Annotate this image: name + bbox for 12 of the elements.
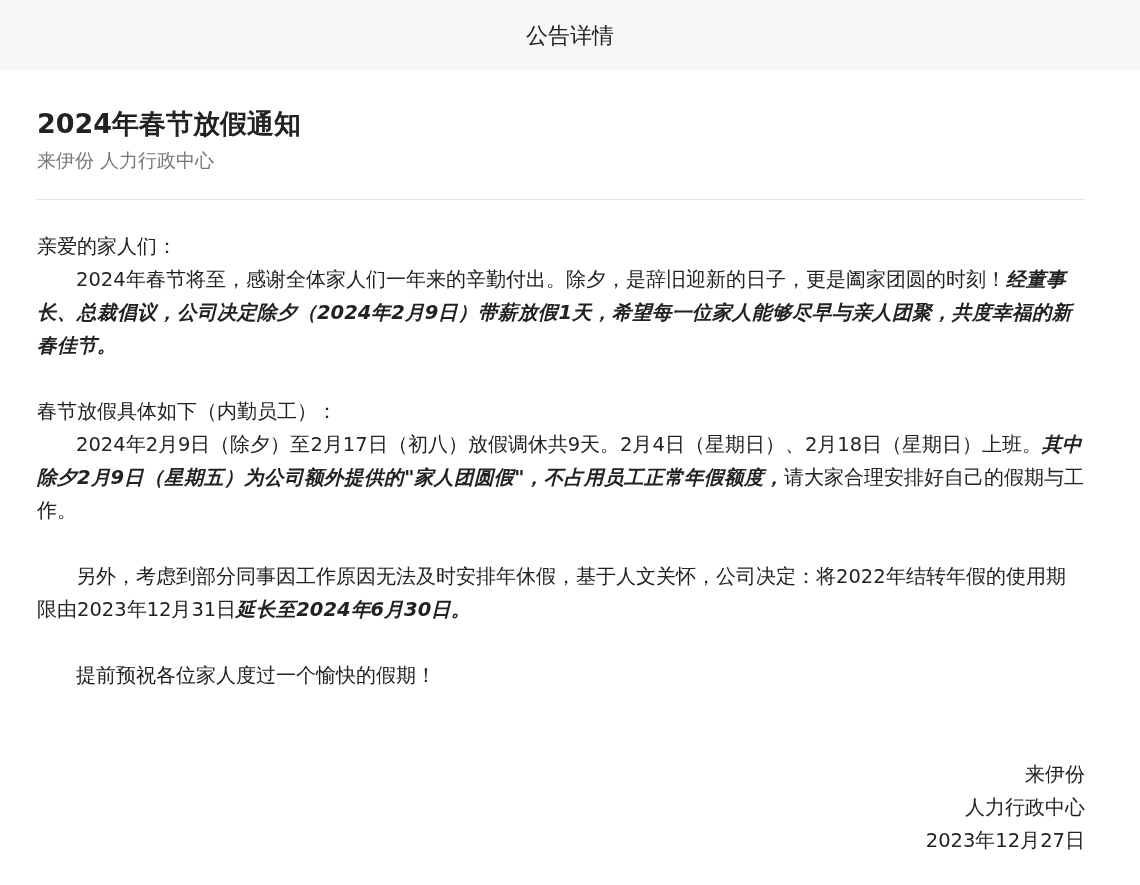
paragraph: 另外，考虑到部分同事因工作原因无法及时安排年休假，基于人文关怀，公司决定：将2022年结转年假的使用期限由2023年12月31日延长至2024年6月30日。 [37, 563, 1067, 623]
paragraph: 提前预祝各位家人度过一个愉快的假期！ [75, 662, 437, 689]
paragraph: 2024年2月9日（除夕）至2月17日（初八）放假调休共9天。2月4日（星期日）、2月18日（星期日）上班。其中除夕2月9日（星期五）为公司额外提供的"家人团圆假"，不占用员工正常年假额度，请大家合理安排好自己的假期与工作。 [37, 431, 1085, 524]
paragraph: 2024年春节将至，感谢全体家人们一年来的辛勤付出。除夕，是辞旧迎新的日子，更是阖家团圆的时刻！经董事长、总裁倡议，公司决定除夕（2024年2月9日）带薪放假1天，希望每一位家人能够尽早与亲人团聚，共度幸福的新春佳节。 [37, 266, 1075, 359]
signature-line: 2023年12月27日 [924, 827, 1085, 854]
signature-line: 来伊份 [1024, 761, 1085, 788]
signature-line: 人力行政中心 [964, 794, 1085, 821]
notice-title: 2024年春节放假通知 [37, 108, 303, 141]
page-title: 公告详情 [526, 21, 614, 50]
paragraph: 春节放假具体如下（内勤员工）： [37, 398, 338, 425]
notice-source: 来伊份 人力行政中心 [37, 148, 216, 174]
paragraph: 亲爱的家人们： [37, 233, 178, 260]
